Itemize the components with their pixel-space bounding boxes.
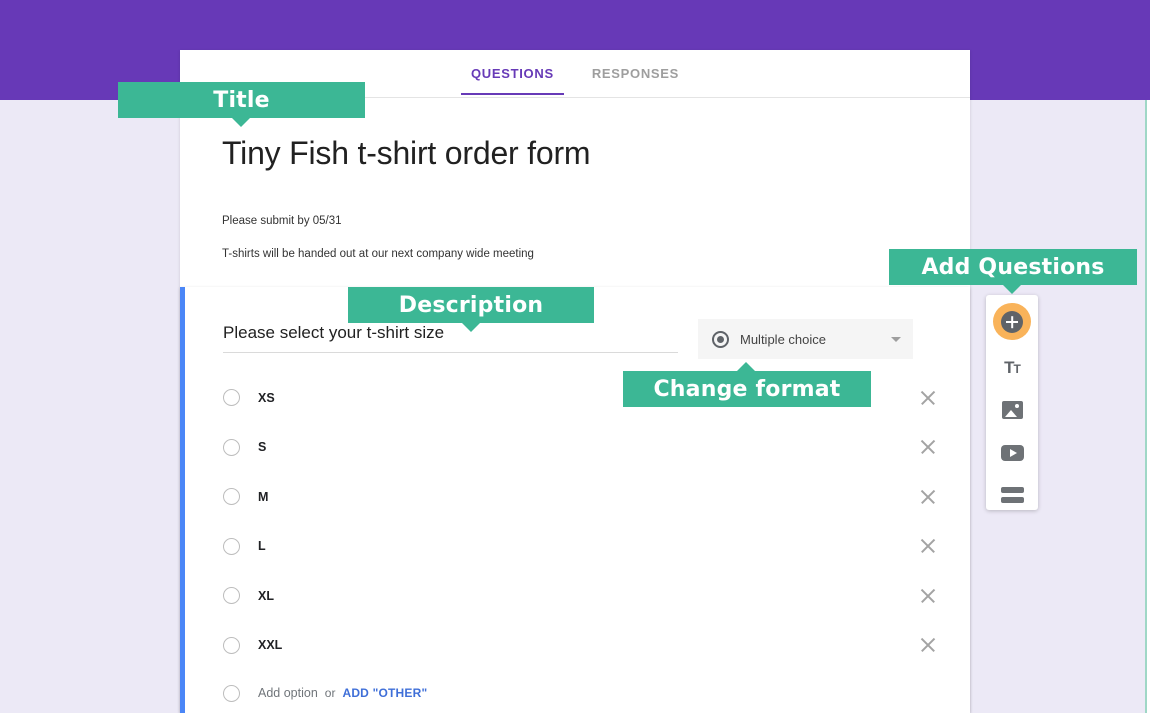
question-format-label: Multiple choice [740,331,826,347]
callout-pointer [462,323,480,332]
option-row[interactable]: S [223,423,938,473]
option-row[interactable]: XXL [223,621,938,671]
radio-outline-icon [223,438,240,456]
option-label[interactable]: XXL [258,638,918,652]
radio-outline-icon [223,488,240,506]
question-title-wrap: Please select your t-shirt size [223,323,678,353]
radio-outline-icon [223,389,240,407]
side-toolbar: TT [986,295,1038,510]
callout-description-label: Description [398,292,544,318]
image-icon [1001,401,1023,420]
plus-circle-icon [1001,310,1023,333]
section-icon [1000,487,1024,504]
callout-title: Title [118,82,365,127]
callout-pointer [232,118,250,127]
close-icon[interactable] [918,635,938,655]
tab-responses-label: RESPONSES [591,66,680,81]
option-row[interactable]: XL [223,571,938,621]
question-card[interactable]: Please select your t-shirt size Multiple… [180,287,970,713]
or-label: or [324,686,336,700]
tab-questions-label: QUESTIONS [470,66,554,81]
radio-outline-icon [223,636,240,654]
radio-outline-icon [223,587,240,605]
close-icon[interactable] [918,536,938,556]
add-section-button[interactable] [993,481,1031,510]
radio-outline-icon [223,684,240,702]
form-description-line-1[interactable]: Please submit by 05/31 [222,215,928,227]
add-other-button[interactable]: ADD "OTHER" [342,686,427,700]
callout-pointer [737,362,755,371]
form-title-block: Tiny Fish t-shirt order form Please subm… [180,98,970,260]
add-title-button[interactable]: TT [993,353,1031,382]
callout-description: Description [348,287,594,332]
callout-title-label: Title [213,87,270,113]
option-row[interactable]: M [223,472,938,522]
option-label[interactable]: M [258,490,918,504]
form-description-line-2[interactable]: T-shirts will be handed out at our next … [222,248,928,260]
options-list: XS S M L XL XXL Add option or ADD "OTHER… [185,359,970,713]
callout-add-questions: Add Questions [889,249,1137,294]
form-title[interactable]: Tiny Fish t-shirt order form [222,135,928,171]
option-label[interactable]: XL [258,589,918,603]
option-row[interactable]: L [223,522,938,572]
add-image-button[interactable] [993,396,1031,425]
add-question-button[interactable] [993,303,1031,341]
radio-filled-icon [712,330,729,348]
callout-change-format-label: Change format [653,376,841,402]
option-label[interactable]: L [258,539,918,553]
close-icon[interactable] [918,388,938,408]
tab-questions[interactable]: QUESTIONS [460,66,564,95]
right-edge-accent-line [1145,100,1147,713]
close-icon[interactable] [918,437,938,457]
option-label[interactable]: S [258,440,918,454]
callout-add-questions-label: Add Questions [921,254,1105,280]
callout-pointer [1003,285,1021,294]
question-format-select[interactable]: Multiple choice [698,319,913,359]
close-icon[interactable] [918,586,938,606]
add-option-row[interactable]: Add option or ADD "OTHER" [223,670,938,713]
add-option-label[interactable]: Add option [258,686,318,700]
callout-change-format: Change format [623,362,871,407]
title-text-icon: TT [1004,358,1021,377]
chevron-down-icon [891,336,901,342]
close-icon[interactable] [918,487,938,507]
tab-responses[interactable]: RESPONSES [592,66,679,95]
video-icon [1000,444,1024,461]
add-video-button[interactable] [993,438,1031,467]
radio-outline-icon [223,537,240,555]
question-title-input[interactable]: Please select your t-shirt size [223,323,678,353]
